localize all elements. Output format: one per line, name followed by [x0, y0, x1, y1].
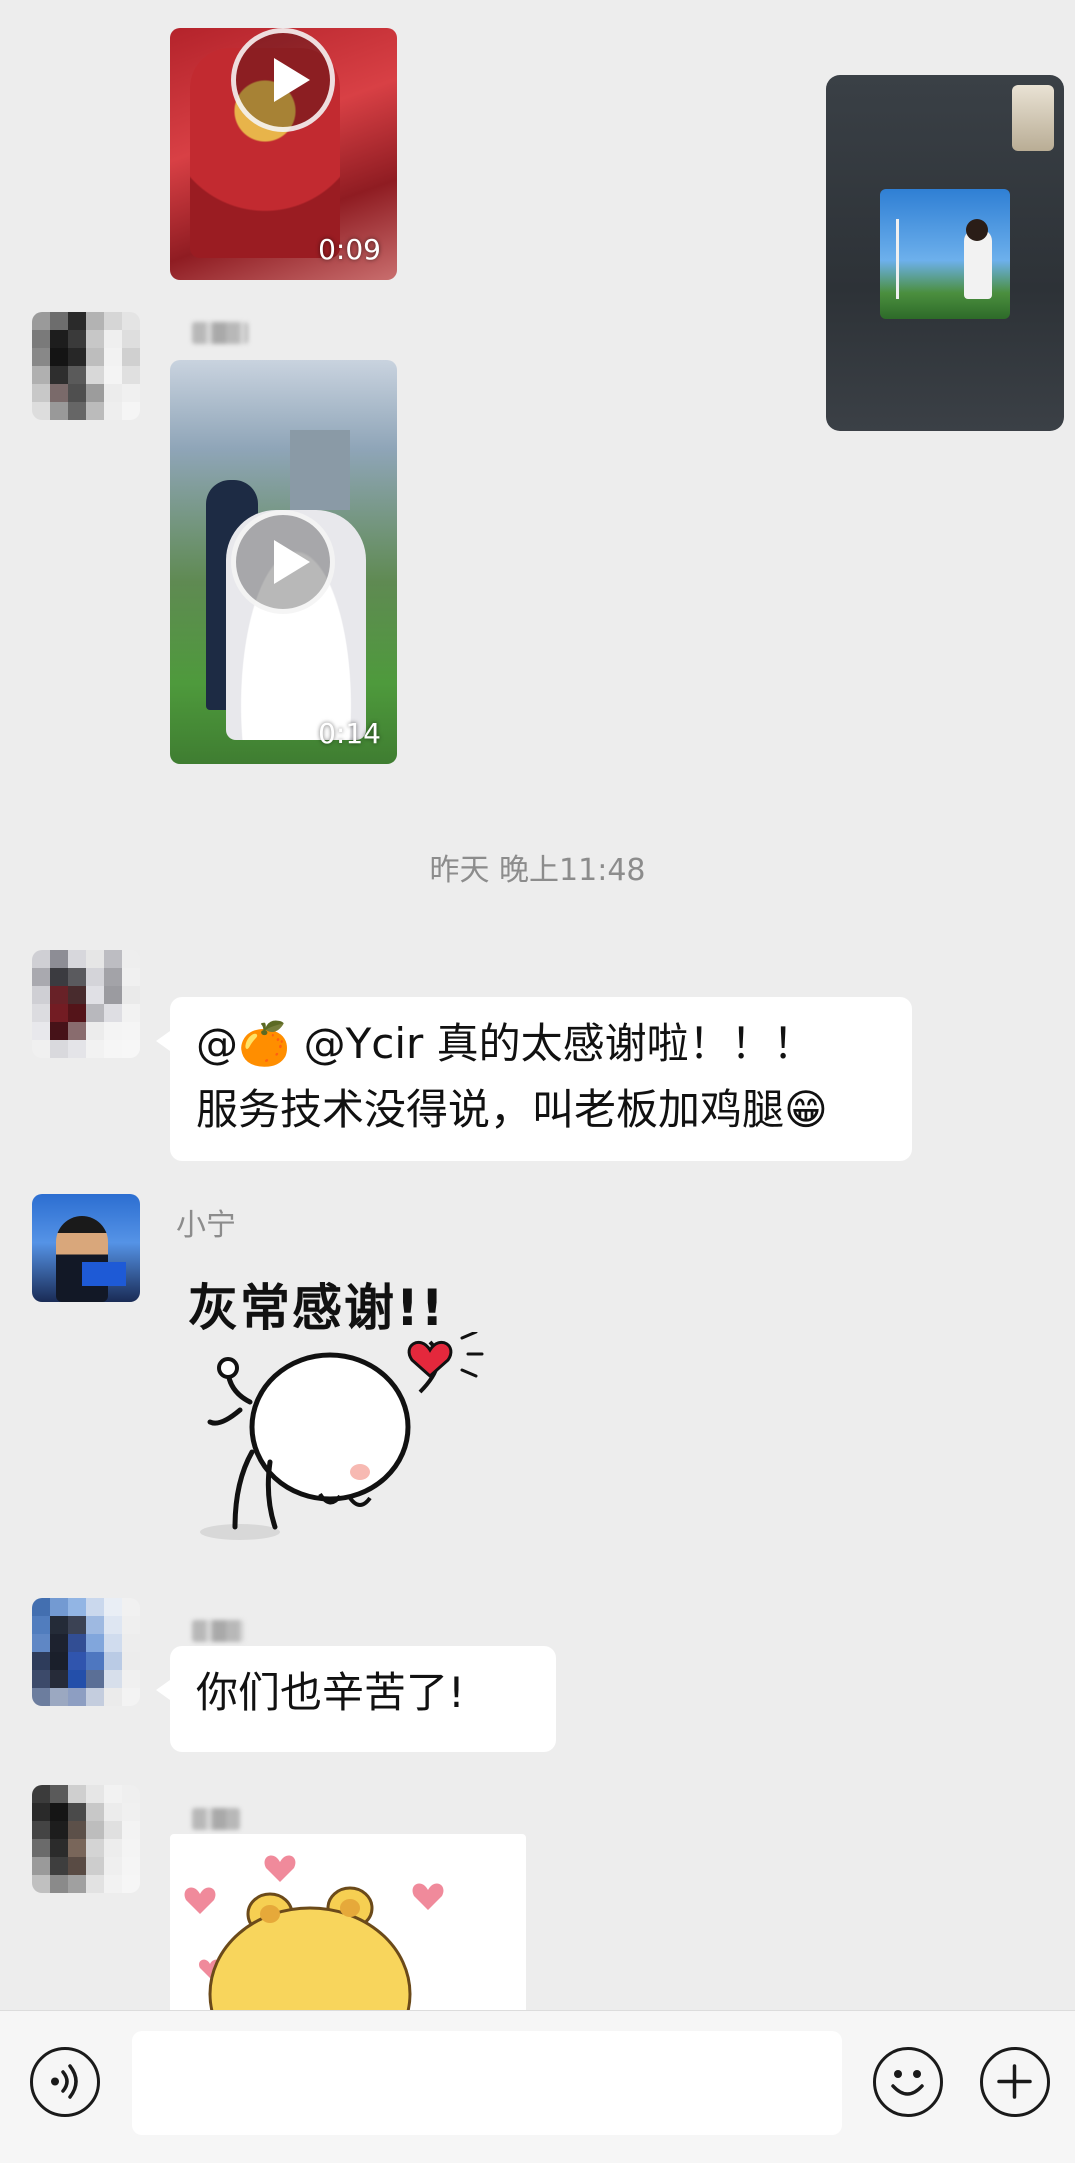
self-preview: [1012, 85, 1054, 151]
avatar[interactable]: [32, 1194, 140, 1302]
video-call-thumbnail[interactable]: [826, 75, 1064, 431]
voice-icon[interactable]: [30, 2047, 100, 2117]
message-text-line: 服务技术没得说，叫老板加鸡腿😁: [196, 1085, 828, 1134]
avatar-person: [56, 1216, 108, 1302]
add-icon[interactable]: [980, 2047, 1050, 2117]
sender-name-blurred: [192, 1808, 240, 1830]
avatar[interactable]: [32, 1785, 140, 1893]
avatar[interactable]: [32, 1598, 140, 1706]
video-message-2[interactable]: 0:14: [170, 360, 397, 764]
avatar[interactable]: [32, 950, 140, 1058]
sticker-message[interactable]: 灰常感谢!!: [180, 1262, 500, 1552]
video-thumbnail-building: [290, 430, 350, 510]
sticker-caption: 灰常感谢!!: [188, 1279, 446, 1337]
timestamp: 昨天 晚上11:48: [429, 853, 646, 888]
message-text-line: @🍊 @Ycir 真的太感谢啦！！！: [196, 1019, 815, 1068]
message-bubble[interactable]: @🍊 @Ycir 真的太感谢啦！！！ 服务技术没得说，叫老板加鸡腿😁: [156, 997, 912, 1161]
sender-name: 小宁: [176, 1208, 236, 1243]
chat-input-bar: [0, 2010, 1075, 2163]
message-bubble[interactable]: 你们也辛苦了!: [156, 1646, 556, 1752]
video-message-1[interactable]: 0:09: [170, 28, 397, 280]
remote-video: [880, 189, 1010, 319]
sticker-drawing: [200, 1332, 484, 1540]
emoji-icon[interactable]: [873, 2047, 943, 2117]
play-icon[interactable]: [231, 510, 335, 614]
message-input[interactable]: [132, 2031, 842, 2135]
avatar-scarf: [82, 1262, 126, 1286]
play-icon[interactable]: [231, 28, 335, 132]
video-duration: 0:14: [318, 717, 381, 750]
message-text-line: 你们也辛苦了!: [196, 1668, 465, 1717]
sticker-message[interactable]: [170, 1834, 526, 2010]
video-duration: 0:09: [318, 233, 381, 266]
pooh-sticker-drawing: [184, 1855, 444, 2010]
sender-name-blurred: [192, 1620, 244, 1642]
avatar[interactable]: [32, 312, 140, 420]
sender-name-blurred: [192, 322, 248, 344]
